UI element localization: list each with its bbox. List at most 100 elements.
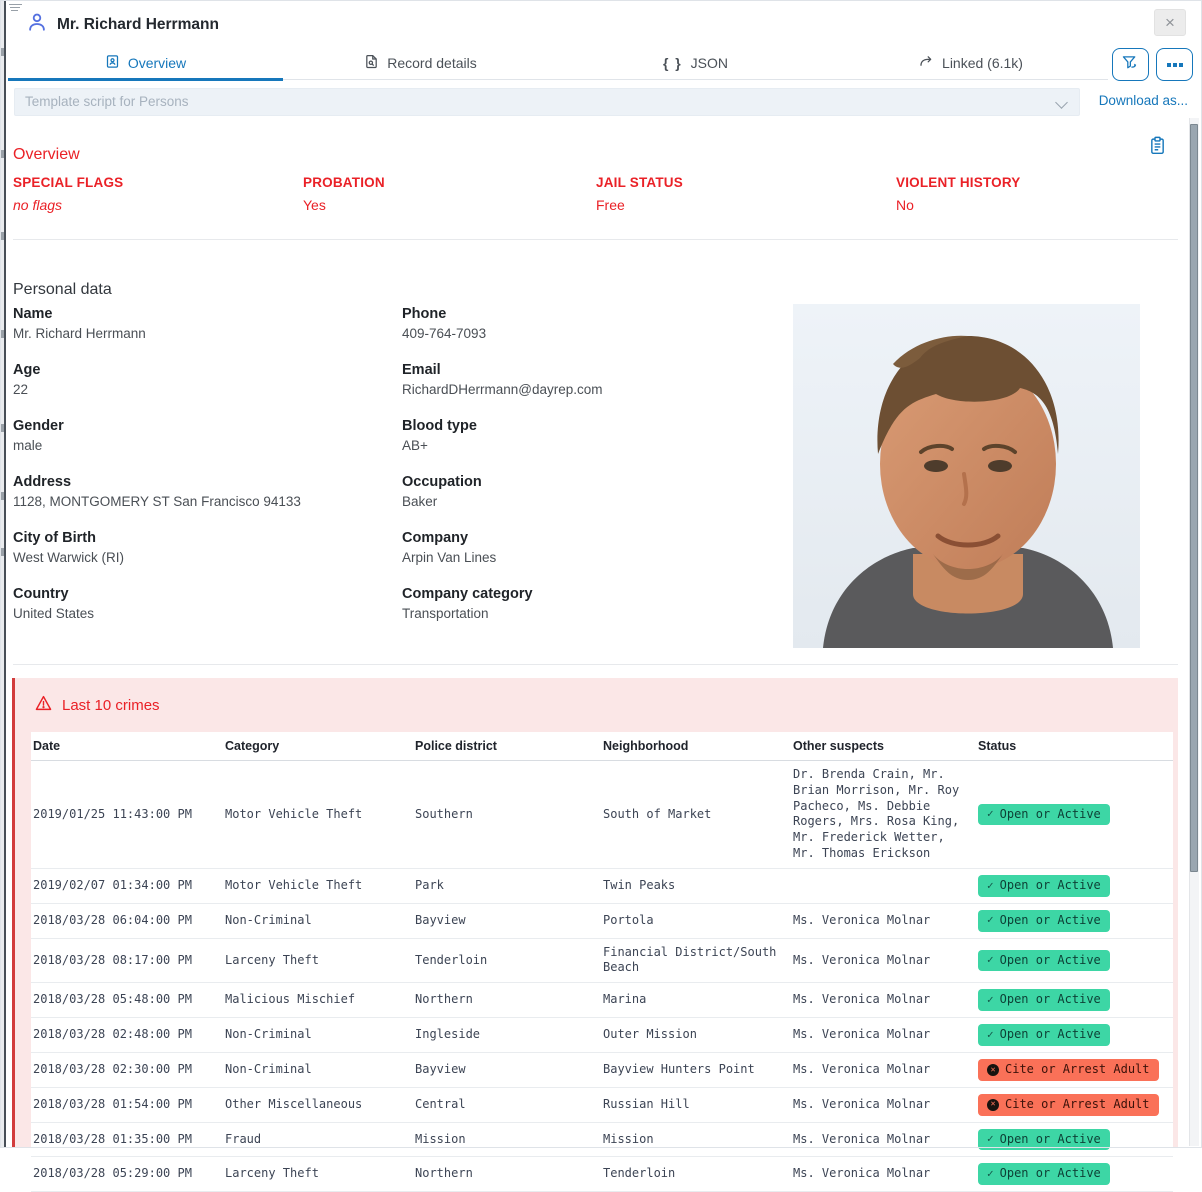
crime-cell-suspects: Ms. Veronica Molnar	[791, 1052, 976, 1087]
crime-cell-category: Non-Criminal	[223, 903, 413, 938]
crime-cell-date: 2018/03/28 01:54:00 PM	[31, 1087, 223, 1122]
status-badge: ✓ Open or Active	[978, 1024, 1110, 1046]
flag-item: SPECIAL FLAGSno flags	[13, 175, 303, 213]
crime-cell-date: 2019/02/07 01:34:00 PM	[31, 868, 223, 903]
scrollbar-thumb[interactable]	[1190, 124, 1198, 872]
field-label: Age	[13, 362, 393, 378]
crime-cell-date: 2018/03/28 06:04:00 PM	[31, 903, 223, 938]
field-label: City of Birth	[13, 530, 393, 546]
status-badge: ✓ Open or Active	[978, 910, 1110, 932]
flag-item: JAIL STATUSFree	[596, 175, 896, 213]
flag-value: Yes	[303, 197, 596, 213]
tab-record-details[interactable]: Record details	[283, 46, 558, 79]
personal-field: NameMr. Richard Herrmann	[13, 306, 393, 341]
crime-cell-category: Larceny Theft	[223, 938, 413, 983]
x-circle-icon: ✕	[987, 1099, 999, 1111]
crime-row: 2018/03/28 08:17:00 PMLarceny TheftTende…	[31, 938, 1173, 983]
personal-data-title: Personal data	[13, 281, 112, 299]
crime-cell-date: 2018/03/28 08:17:00 PM	[31, 938, 223, 983]
field-value: 1128, MONTGOMERY ST San Francisco 94133	[13, 494, 393, 509]
more-options-icon	[1167, 63, 1183, 67]
crime-row: 2018/03/28 02:30:00 PMNon-CriminalBayvie…	[31, 1052, 1173, 1087]
crime-cell-status: ✓Open or Active	[976, 983, 1173, 1018]
status-label: Open or Active	[1000, 1166, 1101, 1182]
template-script-placeholder: Template script for Persons	[25, 94, 189, 109]
crime-cell-district: Central	[413, 1087, 601, 1122]
column-header: Date	[31, 732, 223, 761]
field-label: Country	[13, 586, 393, 602]
field-label: Email	[402, 362, 782, 378]
crime-cell-neighborhood: Marina	[601, 983, 791, 1018]
crime-cell-status: ✕ Cite or Arrest Adult	[976, 1087, 1173, 1122]
field-value: 409-764-7093	[402, 326, 782, 341]
status-label: Open or Active	[1000, 807, 1101, 823]
crime-cell-category: Non-Criminal	[223, 1018, 413, 1053]
flag-item: VIOLENT HISTORYNo	[896, 175, 1173, 213]
tab-json[interactable]: { } JSON	[558, 46, 833, 79]
crime-cell-category: Other Miscellaneous	[223, 1087, 413, 1122]
crime-cell-date: 2018/03/28 05:29:00 PM	[31, 1157, 223, 1192]
personal-field: Gendermale	[13, 418, 393, 453]
column-header: Category	[223, 732, 413, 761]
check-icon: ✓	[987, 1028, 994, 1043]
status-badge: ✕ Cite or Arrest Adult	[978, 1094, 1159, 1116]
flags-row: SPECIAL FLAGSno flagsPROBATION YesJAIL ST…	[13, 175, 1173, 213]
crime-cell-status: ✓Open or Active	[976, 868, 1173, 903]
status-label: Cite or Arrest Adult	[1005, 1097, 1150, 1113]
person-photo	[793, 304, 1140, 648]
status-badge: ✓Open or Active	[978, 989, 1110, 1011]
crime-cell-suspects: Ms. Veronica Molnar	[791, 1122, 976, 1157]
check-icon: ✓	[987, 1167, 994, 1182]
resize-grip-icon[interactable]	[9, 4, 23, 14]
field-value: Mr. Richard Herrmann	[13, 326, 393, 341]
crime-cell-suspects: Dr. Brenda Crain, Mr. Brian Morrison, Mr…	[791, 761, 976, 869]
check-icon: ✓	[987, 1132, 994, 1147]
flag-item: PROBATION Yes	[303, 175, 596, 213]
crime-cell-neighborhood: Portola	[601, 903, 791, 938]
json-braces-icon: { }	[663, 55, 683, 71]
background-app-sliver	[0, 0, 6, 1148]
field-value: Baker	[402, 494, 782, 509]
crime-cell-date: 2019/01/25 11:43:00 PM	[31, 761, 223, 869]
x-circle-icon: ✕	[987, 1064, 999, 1076]
field-label: Company	[402, 530, 782, 546]
field-label: Gender	[13, 418, 393, 434]
download-as-link[interactable]: Download as...	[1099, 93, 1188, 108]
personal-field: OccupationBaker	[402, 474, 782, 509]
status-label: Open or Active	[1000, 1027, 1101, 1043]
close-icon: ×	[1165, 13, 1175, 33]
personal-field: Address 1128, MONTGOMERY ST San Francisco…	[13, 474, 393, 509]
copy-to-clipboard-button[interactable]	[1149, 136, 1166, 160]
template-script-select[interactable]: Template script for Persons	[14, 88, 1080, 116]
filter-button[interactable]	[1112, 48, 1149, 81]
crime-cell-neighborhood: Tenderloin	[601, 1157, 791, 1192]
close-button[interactable]: ×	[1154, 9, 1186, 36]
divider	[13, 664, 1178, 665]
check-icon: ✓	[987, 913, 994, 928]
tab-linked[interactable]: Linked (6.1k)	[833, 46, 1108, 79]
crime-cell-district: Tenderloin	[413, 938, 601, 983]
crime-cell-date: 2018/03/28 02:30:00 PM	[31, 1052, 223, 1087]
check-icon: ✓	[987, 807, 994, 822]
field-value: United States	[13, 606, 393, 621]
crime-row: 2018/03/28 05:48:00 PMMalicious Mischief…	[31, 983, 1173, 1018]
tab-overview[interactable]: Overview	[8, 46, 283, 79]
status-label: Open or Active	[1000, 913, 1101, 929]
personal-field: EmailRichardDHerrmann@dayrep.com	[402, 362, 782, 397]
column-header: Police district	[413, 732, 601, 761]
more-options-button[interactable]	[1156, 48, 1193, 81]
crime-cell-neighborhood: South of Market	[601, 761, 791, 869]
crime-cell-neighborhood: Mission	[601, 1122, 791, 1157]
status-badge: ✕Cite or Arrest Adult	[978, 1059, 1159, 1081]
crime-cell-status: ✓Open or Active	[976, 938, 1173, 983]
flag-label: JAIL STATUS	[596, 175, 896, 190]
crimes-table: DateCategoryPolice districtNeighborhoodO…	[31, 732, 1173, 1192]
flag-label: SPECIAL FLAGS	[13, 175, 303, 190]
crime-row: 2019/02/07 01:34:00 PMMotor Vehicle Thef…	[31, 868, 1173, 903]
field-label: Address	[13, 474, 393, 490]
crime-cell-date: 2018/03/28 02:48:00 PM	[31, 1018, 223, 1053]
flag-label: PROBATION	[303, 175, 596, 190]
crime-cell-neighborhood: Financial District/South Beach	[601, 938, 791, 983]
last-crimes-title: Last 10 crimes	[62, 697, 160, 714]
column-header: Other suspects	[791, 732, 976, 761]
